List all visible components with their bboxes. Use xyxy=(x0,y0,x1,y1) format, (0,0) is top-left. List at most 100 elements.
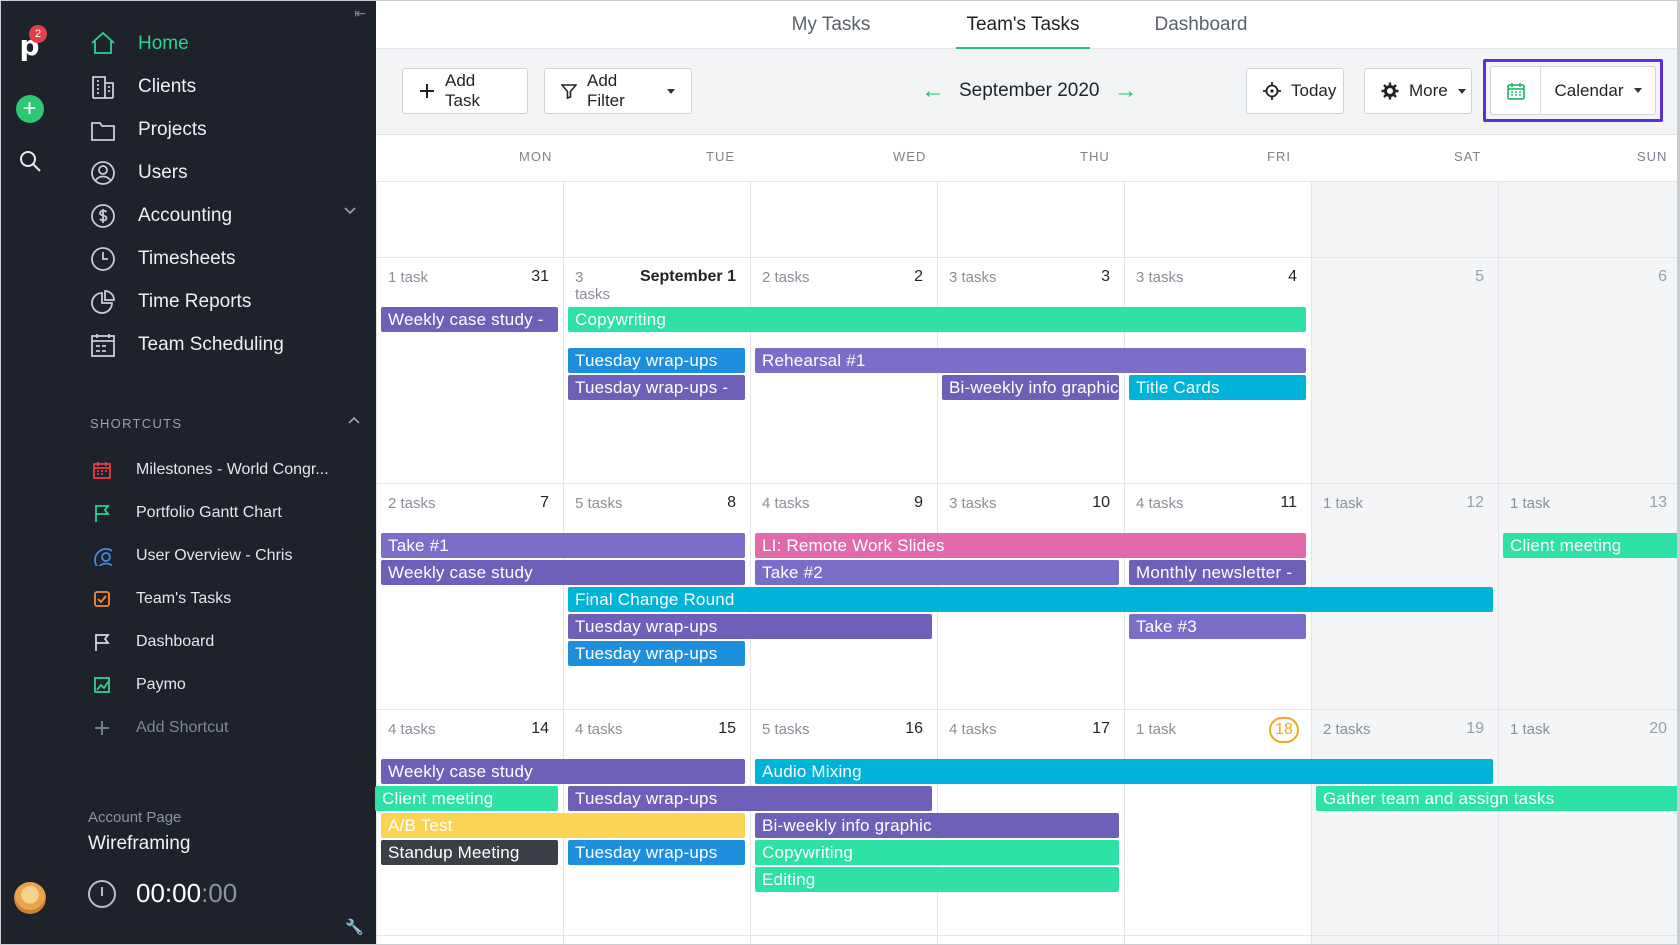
day-number[interactable]: 15 xyxy=(718,720,736,738)
calendar-view-icon[interactable] xyxy=(1491,67,1541,114)
event-bar[interactable]: Tuesday wrap-ups xyxy=(568,348,745,373)
event-bar[interactable]: Gather team and assign tasks xyxy=(1316,786,1679,811)
collapse-sidebar-icon[interactable]: ⇤ xyxy=(354,5,366,22)
event-bar[interactable]: Copywriting xyxy=(755,840,1119,865)
time-tracker[interactable]: 00:00:00 xyxy=(88,878,237,909)
event-bar[interactable]: Client meeting xyxy=(375,786,558,811)
day-cell[interactable] xyxy=(1311,709,1498,935)
day-number[interactable]: 9 xyxy=(914,494,923,512)
view-switcher[interactable]: Calendar xyxy=(1490,66,1656,115)
event-bar[interactable]: Take #3 xyxy=(1129,614,1306,639)
day-cell[interactable] xyxy=(1311,257,1498,483)
sidebar-item-time-reports[interactable]: Time Reports xyxy=(88,279,368,325)
task-count[interactable]: 2 tasks xyxy=(388,495,436,512)
shortcut-item-user-overview-chris[interactable]: User Overview - Chris xyxy=(92,537,367,575)
day-number[interactable]: 2 xyxy=(914,268,923,286)
task-count[interactable]: 4 tasks xyxy=(388,721,436,738)
event-bar[interactable]: Bi-weekly info graphic xyxy=(755,813,1119,838)
event-bar[interactable]: Audio Mixing xyxy=(755,759,1493,784)
task-count[interactable]: 4 tasks xyxy=(949,721,997,738)
day-number[interactable]: 10 xyxy=(1092,494,1110,512)
day-number[interactable]: 11 xyxy=(1280,494,1297,512)
event-bar[interactable]: Bi-weekly info graphic xyxy=(942,375,1119,400)
event-bar[interactable]: Rehearsal #1 xyxy=(755,348,1306,373)
event-bar[interactable]: LI: Remote Work Slides xyxy=(755,533,1306,558)
add-filter-button[interactable]: Add Filter xyxy=(544,68,692,114)
event-bar[interactable]: Weekly case study - xyxy=(381,307,558,332)
account-name[interactable]: Wireframing xyxy=(88,833,190,855)
day-number[interactable]: 5 xyxy=(1475,268,1484,286)
quick-add-button[interactable]: + xyxy=(1,95,58,123)
event-bar[interactable]: Final Change Round xyxy=(568,587,1493,612)
task-count[interactable]: 4 tasks xyxy=(762,495,810,512)
day-number[interactable]: 16 xyxy=(905,720,923,738)
search-button[interactable] xyxy=(1,147,58,175)
event-bar[interactable]: Tuesday wrap-ups xyxy=(568,786,932,811)
day-number[interactable]: September 1 xyxy=(640,268,736,286)
task-count[interactable]: 5 tasks xyxy=(575,495,623,512)
day-cell[interactable] xyxy=(376,257,563,483)
task-count[interactable]: 1 task xyxy=(1510,721,1550,738)
notification-badge[interactable]: 2 xyxy=(29,25,47,43)
more-button[interactable]: More xyxy=(1364,68,1472,114)
event-bar[interactable]: Take #2 xyxy=(755,560,1119,585)
add-task-button[interactable]: Add Task xyxy=(402,68,528,114)
event-bar[interactable]: Standup Meeting xyxy=(381,840,558,865)
tab-my-tasks[interactable]: My Tasks xyxy=(776,1,886,49)
task-count[interactable]: 1 task xyxy=(1136,721,1176,738)
event-bar[interactable]: A/B Test xyxy=(381,813,745,838)
event-bar[interactable]: Editing xyxy=(755,867,1119,892)
task-count[interactable]: 4 tasks xyxy=(575,721,623,738)
task-count[interactable]: 2 tasks xyxy=(762,269,810,286)
day-cell[interactable] xyxy=(1498,483,1679,709)
sidebar-item-timesheets[interactable]: Timesheets xyxy=(88,236,368,282)
shortcut-item-portfolio-gantt-chart[interactable]: Portfolio Gantt Chart xyxy=(92,494,367,532)
sidebar-item-home[interactable]: Home xyxy=(88,21,368,67)
day-number[interactable]: 6 xyxy=(1658,268,1667,286)
sidebar-item-accounting[interactable]: Accounting xyxy=(88,193,368,239)
day-number[interactable]: 4 xyxy=(1288,268,1297,286)
sidebar-item-projects[interactable]: Projects xyxy=(88,107,368,153)
tab-teams-tasks[interactable]: Team's Tasks xyxy=(956,1,1090,50)
event-bar[interactable]: Tuesday wrap-ups xyxy=(568,840,745,865)
user-avatar[interactable] xyxy=(1,881,58,915)
event-bar[interactable]: Tuesday wrap-ups xyxy=(568,641,745,666)
day-number[interactable]: 13 xyxy=(1649,494,1667,512)
today-button[interactable]: Today xyxy=(1246,68,1344,114)
day-cell[interactable] xyxy=(1498,709,1679,935)
task-count[interactable]: 5 tasks xyxy=(762,721,810,738)
previous-month-arrow-icon[interactable]: ← xyxy=(921,77,945,105)
task-count[interactable]: 1 task xyxy=(388,269,428,286)
day-number[interactable]: 17 xyxy=(1092,720,1110,738)
task-count[interactable]: 1 task xyxy=(1323,495,1363,512)
task-count[interactable]: 3 tasks xyxy=(1136,269,1184,286)
event-bar[interactable]: Monthly newsletter - xyxy=(1129,560,1306,585)
calendar-view-dropdown[interactable]: Calendar xyxy=(1541,67,1655,114)
next-month-arrow-icon[interactable]: → xyxy=(1114,77,1138,105)
shortcut-item-add-shortcut[interactable]: Add Shortcut xyxy=(92,709,367,747)
day-number[interactable]: 8 xyxy=(727,494,736,512)
event-bar[interactable]: Client meeting xyxy=(1503,533,1679,558)
event-bar[interactable]: Tuesday wrap-ups - xyxy=(568,375,745,400)
shortcut-item-dashboard[interactable]: Dashboard xyxy=(92,623,367,661)
wrench-icon[interactable]: 🔧 xyxy=(345,918,364,936)
event-bar[interactable]: Title Cards xyxy=(1129,375,1306,400)
day-number[interactable]: 3 xyxy=(1101,268,1110,286)
day-number[interactable]: 31 xyxy=(531,268,549,286)
event-bar[interactable]: Weekly case study xyxy=(381,759,745,784)
day-number[interactable]: 19 xyxy=(1466,720,1484,738)
event-bar[interactable]: Copywriting xyxy=(568,307,1306,332)
shortcut-item-milestones-world-congr[interactable]: Milestones - World Congr... xyxy=(92,451,367,489)
day-number[interactable]: 7 xyxy=(540,494,549,512)
tab-dashboard[interactable]: Dashboard xyxy=(1146,1,1256,49)
sidebar-item-users[interactable]: Users xyxy=(88,150,368,196)
sidebar-item-team-scheduling[interactable]: Team Scheduling xyxy=(88,322,368,368)
day-cell[interactable] xyxy=(1498,257,1679,483)
day-number[interactable]: 20 xyxy=(1649,720,1667,738)
event-bar[interactable]: Take #1 xyxy=(381,533,745,558)
task-count[interactable]: 3 tasks xyxy=(575,269,615,303)
day-number[interactable]: 12 xyxy=(1466,494,1484,512)
task-count[interactable]: 3 tasks xyxy=(949,495,997,512)
event-bar[interactable]: Tuesday wrap-ups xyxy=(568,614,932,639)
shortcut-item-team-s-tasks[interactable]: Team's Tasks xyxy=(92,580,367,618)
